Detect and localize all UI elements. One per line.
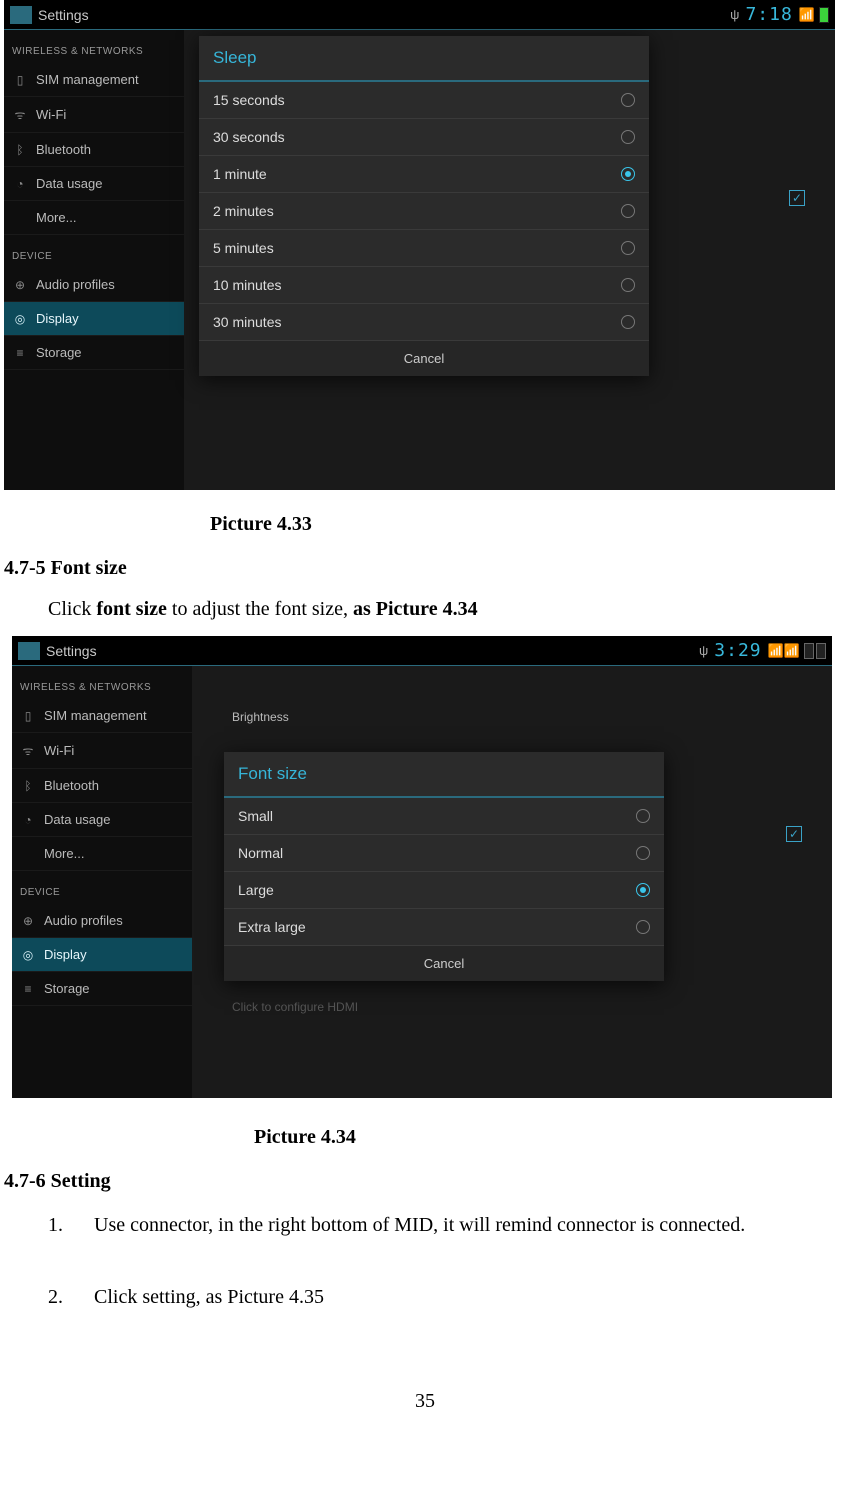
heading-476: 4.7-6 Setting [4,1170,111,1193]
hdmi-row[interactable]: Click to configure HDMI [232,1000,358,1014]
figure-caption-433: Picture 4.33 [210,513,312,536]
display-icon: ◎ [12,312,28,326]
sidebar-header-wireless: WIRELESS & NETWORKS [4,30,184,63]
settings-sidebar: WIRELESS & NETWORKS ▯SIM management ᯤWi-… [4,30,184,490]
radio-selected-icon [621,167,635,181]
radio-icon [636,846,650,860]
sim-icon: ▯ [12,73,28,87]
sidebar-item-audio[interactable]: ⊕Audio profiles [4,268,184,302]
paragraph-475: Click font size to adjust the font size,… [48,598,478,621]
sidebar-header-wireless: WIRELESS & NETWORKS [12,666,192,699]
app-title: Settings [38,7,89,23]
battery-icon [804,643,814,659]
sidebar-item-bluetooth[interactable]: ᛒBluetooth [12,769,192,803]
list-item-2: 2.Click setting, as Picture 4.35 [48,1286,828,1309]
brightness-row[interactable]: Brightness [232,710,289,724]
sidebar-item-storage[interactable]: ≡Storage [12,972,192,1006]
radio-icon [621,241,635,255]
bluetooth-icon: ᛒ [20,779,36,793]
sleep-dialog: Sleep 15 seconds 30 seconds 1 minute 2 m… [199,36,649,376]
signal-icon: 📶 [799,7,815,23]
cancel-button[interactable]: Cancel [199,341,649,376]
clock: 3:29 [714,640,761,661]
sidebar-item-wifi[interactable]: ᯤWi-Fi [4,97,184,133]
radio-icon [621,130,635,144]
sidebar-item-more[interactable]: More... [4,201,184,235]
sidebar-item-data-usage[interactable]: ◔Data usage [4,167,184,201]
list-item-1: 1.Use connector, in the right bottom of … [48,1214,828,1237]
fontsize-option-extra-large[interactable]: Extra large [224,909,664,946]
radio-icon [621,315,635,329]
fontsize-option-large[interactable]: Large [224,872,664,909]
screenshot-sleep-dialog: Settings ψ 7:18 📶 WIRELESS & NETWORKS ▯S… [4,0,835,490]
app-title: Settings [46,643,97,659]
clock: 7:18 [745,4,792,25]
heading-475: 4.7-5 Font size [4,557,127,580]
data-usage-icon: ◔ [20,813,36,827]
sidebar-item-display[interactable]: ◎Display [4,302,184,336]
sleep-option-2m[interactable]: 2 minutes [199,193,649,230]
screenshot-fontsize-dialog: Settings ψ 3:29 📶📶 WIRELESS & NETWORKS ▯… [12,636,832,1098]
radio-icon [621,204,635,218]
display-icon: ◎ [20,948,36,962]
sidebar-item-bluetooth[interactable]: ᛒBluetooth [4,133,184,167]
sidebar-item-display[interactable]: ◎Display [12,938,192,972]
settings-sidebar: WIRELESS & NETWORKS ▯SIM management ᯤWi-… [12,666,192,1098]
data-usage-icon: ◔ [12,177,28,191]
sleep-option-5m[interactable]: 5 minutes [199,230,649,267]
wifi-icon: ᯤ [20,742,36,759]
cancel-button[interactable]: Cancel [224,946,664,981]
fontsize-option-small[interactable]: Small [224,798,664,835]
fontsize-option-normal[interactable]: Normal [224,835,664,872]
audio-icon: ⊕ [20,914,36,928]
dialog-title: Font size [224,752,664,798]
checkbox-checked-icon[interactable]: ✓ [789,190,805,206]
figure-caption-434: Picture 4.34 [254,1126,356,1149]
settings-icon [10,6,32,24]
radio-icon [621,93,635,107]
dialog-title: Sleep [199,36,649,82]
sleep-option-1m[interactable]: 1 minute [199,156,649,193]
radio-icon [636,920,650,934]
sidebar-item-storage[interactable]: ≡Storage [4,336,184,370]
battery-icon [816,643,826,659]
fontsize-dialog: Font size Small Normal Large Extra large… [224,752,664,981]
sleep-option-10m[interactable]: 10 minutes [199,267,649,304]
sidebar-header-device: DEVICE [4,235,184,268]
sidebar-header-device: DEVICE [12,871,192,904]
sleep-option-30s[interactable]: 30 seconds [199,119,649,156]
sidebar-item-sim[interactable]: ▯SIM management [4,63,184,97]
bluetooth-icon: ᛒ [12,143,28,157]
sidebar-item-wifi[interactable]: ᯤWi-Fi [12,733,192,769]
status-bar: Settings ψ 7:18 📶 [4,0,835,30]
audio-icon: ⊕ [12,278,28,292]
status-bar: Settings ψ 3:29 📶📶 [12,636,832,666]
sidebar-item-more[interactable]: More... [12,837,192,871]
sidebar-item-data-usage[interactable]: ◔Data usage [12,803,192,837]
page-number: 35 [415,1390,435,1413]
radio-icon [636,809,650,823]
sim-icon: ▯ [20,709,36,723]
battery-icon [819,7,829,23]
signal-icon: 📶📶 [768,643,800,659]
sidebar-item-sim[interactable]: ▯SIM management [12,699,192,733]
checkbox-checked-icon[interactable]: ✓ [786,826,802,842]
sleep-option-15s[interactable]: 15 seconds [199,82,649,119]
sidebar-item-audio[interactable]: ⊕Audio profiles [12,904,192,938]
sleep-option-30m[interactable]: 30 minutes [199,304,649,341]
wifi-icon: ᯤ [12,106,28,123]
storage-icon: ≡ [20,982,36,996]
storage-icon: ≡ [12,346,28,360]
usb-icon: ψ [699,643,708,658]
settings-icon [18,642,40,660]
usb-icon: ψ [730,7,739,22]
radio-icon [621,278,635,292]
radio-selected-icon [636,883,650,897]
